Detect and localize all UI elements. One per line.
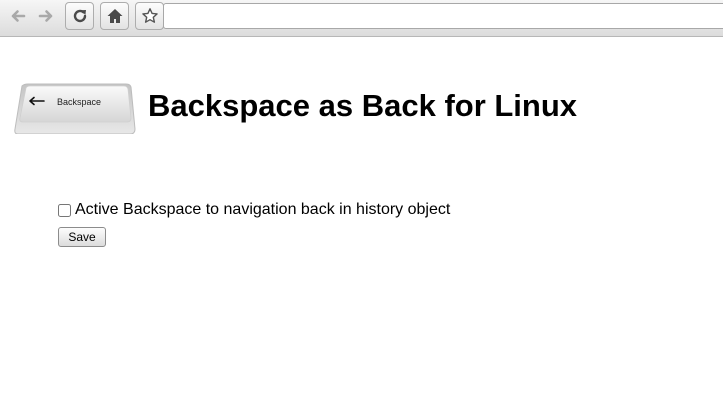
forward-button[interactable] xyxy=(31,2,60,30)
reload-icon xyxy=(73,9,86,23)
backspace-option-label: Active Backspace to navigation back in h… xyxy=(75,201,451,218)
home-button[interactable] xyxy=(100,2,129,30)
save-button[interactable]: Save xyxy=(58,227,106,247)
key-image-label: Backspace xyxy=(57,97,102,107)
reload-button[interactable] xyxy=(65,2,94,30)
backspace-checkbox[interactable] xyxy=(58,203,71,217)
browser-toolbar xyxy=(0,0,723,37)
bookmark-button[interactable] xyxy=(135,2,164,30)
address-bar[interactable] xyxy=(163,3,723,29)
star-icon xyxy=(141,8,158,23)
home-icon xyxy=(107,9,122,23)
arrow-right-icon xyxy=(38,10,52,22)
page-title: Backspace as Back for Linux xyxy=(148,88,578,123)
arrow-left-icon xyxy=(11,10,25,22)
backspace-key-image xyxy=(14,83,136,134)
backspace-option: Active Backspace to navigation back in h… xyxy=(58,200,450,220)
back-button[interactable] xyxy=(3,2,32,30)
